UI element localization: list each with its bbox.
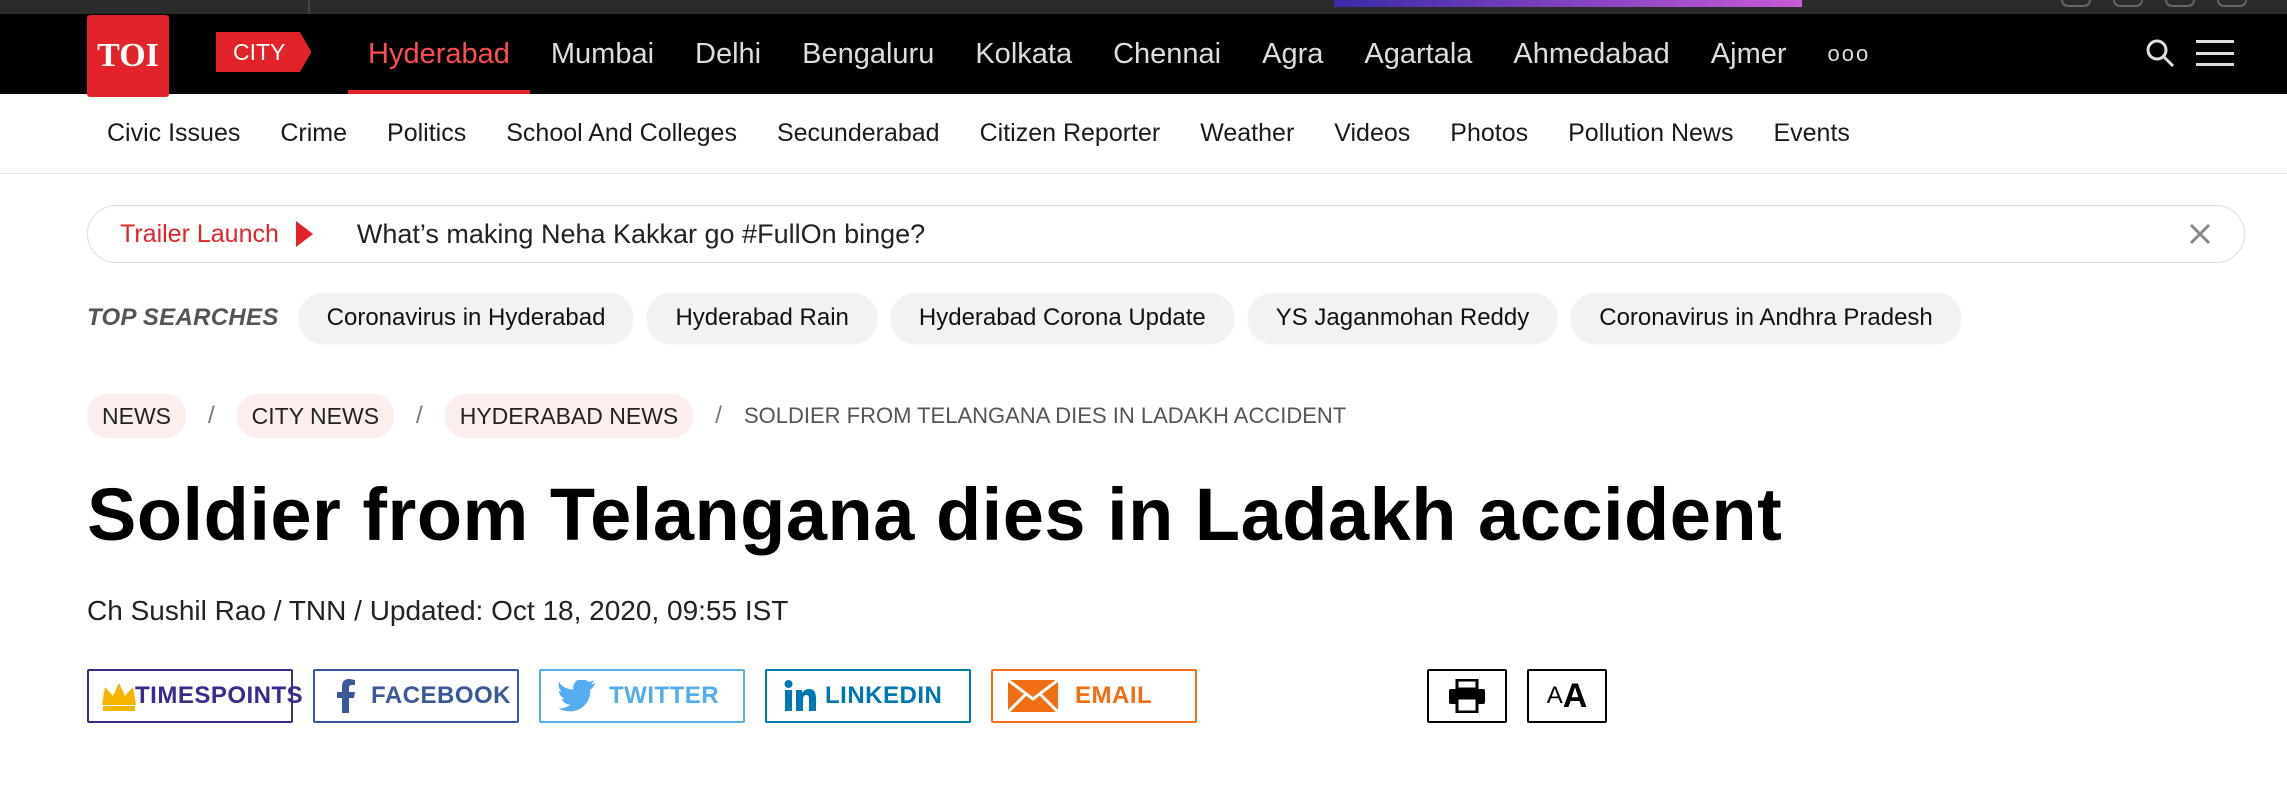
top-icon[interactable]	[2113, 0, 2143, 7]
top-searches: TOP SEARCHES Coronavirus in Hyderabad Hy…	[87, 293, 1975, 343]
linkedin-label: LINKEDIN	[825, 682, 943, 709]
subnav-item-politics[interactable]: Politics	[387, 119, 466, 148]
article-headline: Soldier from Telangana dies in Ladakh ac…	[87, 473, 1783, 556]
promo-banner[interactable]	[1334, 0, 1802, 7]
twitter-icon	[557, 680, 596, 712]
ticker-label: Trailer Launch	[120, 219, 279, 248]
facebook-icon	[337, 679, 355, 713]
search-chip[interactable]: Coronavirus in Andhra Pradesh	[1571, 293, 1961, 343]
top-icons	[2061, 0, 2247, 7]
subnav-item-secunderabad[interactable]: Secunderabad	[777, 119, 940, 148]
section-subnav: Civic Issues Crime Politics School And C…	[0, 94, 2287, 174]
city-tag[interactable]: CITY	[216, 32, 312, 72]
nav-link-ahmedabad[interactable]: Ahmedabad	[1513, 14, 1669, 94]
nav-link-agra[interactable]: Agra	[1262, 14, 1323, 94]
ticker-text[interactable]: What’s making Neha Kakkar go #FullOn bin…	[357, 219, 925, 250]
font-size-small-label: A	[1546, 682, 1563, 709]
city-nav: Hyderabad Mumbai Delhi Bengaluru Kolkata…	[348, 14, 1871, 94]
top-icon[interactable]	[2165, 0, 2195, 7]
linkedin-icon	[784, 680, 816, 711]
breadcrumb-news[interactable]: NEWS	[87, 394, 186, 438]
search-chip[interactable]: Hyderabad Rain	[647, 293, 877, 343]
subnav-item-civic-issues[interactable]: Civic Issues	[107, 119, 240, 148]
nav-link-delhi[interactable]: Delhi	[695, 14, 761, 94]
breadcrumb-separator: /	[715, 402, 722, 429]
toi-logo[interactable]: TOI	[87, 15, 169, 97]
email-label: EMAIL	[1075, 682, 1153, 709]
more-cities-icon[interactable]: ooo	[1828, 41, 1871, 67]
nav-link-bengaluru[interactable]: Bengaluru	[802, 14, 934, 94]
nav-link-chennai[interactable]: Chennai	[1113, 14, 1221, 94]
top-icon[interactable]	[2217, 0, 2247, 7]
subnav-item-crime[interactable]: Crime	[280, 119, 347, 148]
nav-link-agartala[interactable]: Agartala	[1364, 14, 1472, 94]
font-size-button[interactable]: A A	[1527, 669, 1607, 723]
subnav-item-weather[interactable]: Weather	[1200, 119, 1294, 148]
timespoints-button[interactable]: TIMESPOINTS	[87, 669, 303, 723]
breadcrumb: NEWS / CITY NEWS / HYDERABAD NEWS / SOLD…	[87, 394, 1346, 438]
search-chip[interactable]: Coronavirus in Hyderabad	[298, 293, 634, 343]
breadcrumb-hyderabad-news[interactable]: HYDERABAD NEWS	[444, 394, 694, 438]
subnav-item-school-and-colleges[interactable]: School And Colleges	[506, 119, 737, 148]
facebook-share-button[interactable]: FACEBOOK	[313, 669, 519, 723]
search-chip[interactable]: Hyderabad Corona Update	[890, 293, 1234, 343]
email-icon	[1007, 679, 1059, 713]
printer-icon	[1449, 679, 1485, 713]
top-strip	[0, 0, 2287, 14]
email-share-button[interactable]: EMAIL	[991, 669, 1197, 723]
nav-link-kolkata[interactable]: Kolkata	[975, 14, 1072, 94]
timespoints-label: TIMESPOINTS	[135, 682, 304, 709]
breadcrumb-current: SOLDIER FROM TELANGANA DIES IN LADAKH AC…	[743, 403, 1347, 428]
subnav-item-citizen-reporter[interactable]: Citizen Reporter	[980, 119, 1161, 148]
subnav-item-pollution-news[interactable]: Pollution News	[1568, 119, 1733, 148]
crown-icon	[102, 683, 136, 711]
twitter-label: TWITTER	[609, 682, 720, 709]
twitter-share-button[interactable]: TWITTER	[539, 669, 745, 723]
subnav-item-videos[interactable]: Videos	[1334, 119, 1410, 148]
nav-link-hyderabad[interactable]: Hyderabad	[348, 14, 530, 94]
subnav-item-photos[interactable]: Photos	[1450, 119, 1528, 148]
close-icon[interactable]	[2186, 220, 2214, 248]
font-size-large-label: A	[1562, 676, 1588, 715]
facebook-label: FACEBOOK	[371, 682, 512, 709]
breadcrumb-city-news[interactable]: CITY NEWS	[236, 394, 395, 438]
search-chip[interactable]: YS Jaganmohan Reddy	[1247, 293, 1558, 343]
search-icon[interactable]	[2145, 38, 2175, 68]
breadcrumb-separator: /	[416, 402, 423, 429]
top-searches-title: TOP SEARCHES	[87, 304, 279, 331]
subnav-item-events[interactable]: Events	[1773, 119, 1849, 148]
hamburger-menu-icon[interactable]	[2196, 40, 2234, 66]
print-button[interactable]	[1427, 669, 1507, 723]
linkedin-share-button[interactable]: LINKEDIN	[765, 669, 971, 723]
play-arrow-icon	[295, 221, 313, 247]
nav-link-ajmer[interactable]: Ajmer	[1711, 14, 1787, 94]
trailer-ticker[interactable]: Trailer Launch What’s making Neha Kakkar…	[87, 205, 2245, 263]
nav-link-mumbai[interactable]: Mumbai	[551, 14, 654, 94]
top-icon[interactable]	[2061, 0, 2091, 7]
top-strip-divider	[308, 0, 310, 14]
article-byline: Ch Sushil Rao / TNN / Updated: Oct 18, 2…	[87, 595, 789, 626]
breadcrumb-separator: /	[208, 402, 215, 429]
